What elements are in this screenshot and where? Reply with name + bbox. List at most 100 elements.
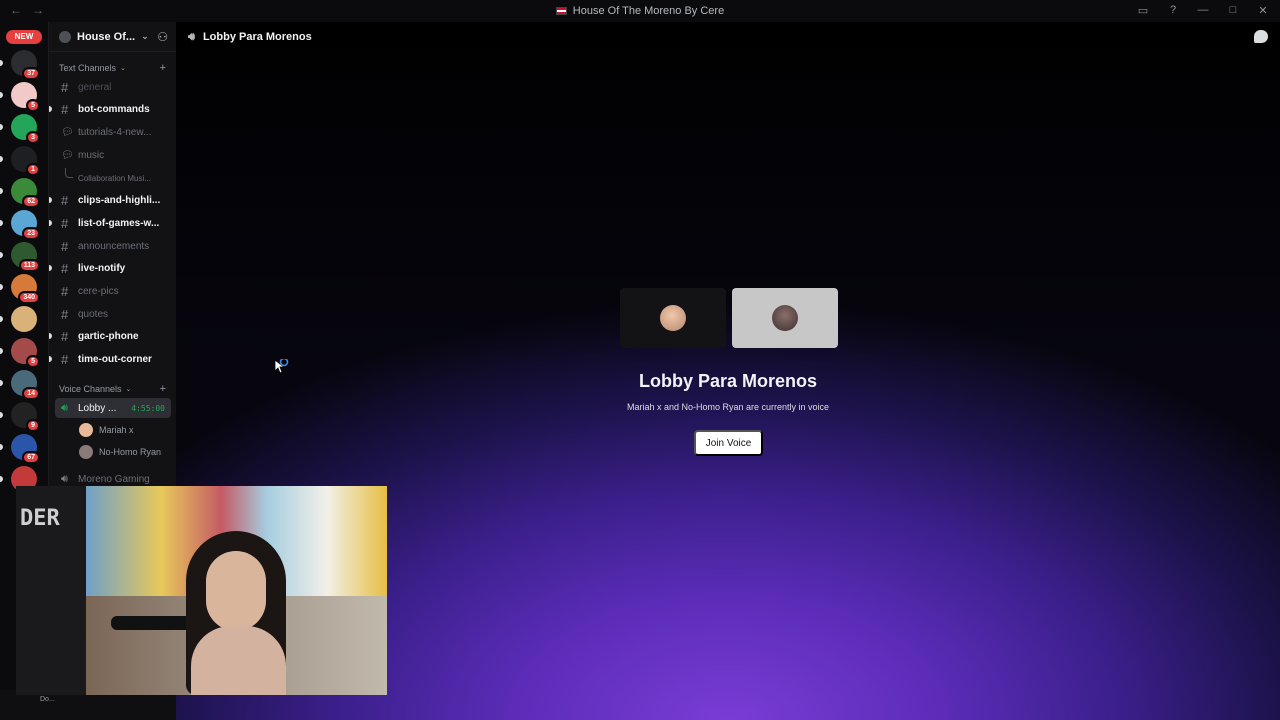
avatar: [772, 305, 798, 331]
webcam-person-face: [206, 551, 266, 631]
unread-indicator: [0, 476, 3, 482]
channel-name: Collaboration Musi...: [78, 173, 151, 183]
channel-name: cere-pics: [78, 285, 119, 297]
channel-collaboration-musi[interactable]: Collaboration Musi...: [49, 168, 177, 188]
unread-indicator: [0, 444, 3, 450]
hash-icon: #: [61, 328, 69, 344]
mention-badge: 23: [22, 227, 40, 240]
speaker-icon: 🔊︎: [188, 30, 195, 43]
hash-icon: #: [61, 238, 69, 254]
server-icon: [59, 30, 71, 43]
chat-icon[interactable]: [1254, 30, 1268, 43]
title-bar: ← → House Of The Moreno By Cere ▭ ? — □ …: [0, 0, 1280, 22]
voice-channel-lobby[interactable]: 🔊︎ Lobby ... 4:55:00: [55, 398, 171, 418]
create-channel-icon[interactable]: +: [160, 383, 166, 395]
channel-gartic-phone[interactable]: # gartic-phone: [49, 326, 177, 346]
join-voice-button[interactable]: Join Voice: [694, 430, 763, 456]
help-icon[interactable]: ?: [1166, 3, 1180, 17]
channel-name: bot-commands: [78, 103, 150, 115]
hash-icon: #: [61, 79, 69, 95]
forum-icon: 💬︎: [61, 126, 74, 138]
voice-user[interactable]: No-Homo Ryan: [49, 442, 177, 462]
channel-bot-commands[interactable]: # bot-commands: [49, 99, 177, 119]
channel-announcements[interactable]: # announcements: [49, 236, 177, 256]
voice-timer: 4:55:00: [131, 403, 165, 413]
channel-time-out-corner[interactable]: # time-out-corner: [49, 349, 177, 369]
channel-cere-pics[interactable]: # cere-pics: [49, 281, 177, 301]
unread-indicator: [0, 188, 3, 194]
server-icon[interactable]: 37: [11, 50, 40, 80]
unread-indicator: [0, 124, 3, 130]
server-icon[interactable]: 67: [11, 434, 40, 464]
forum-icon: 💬︎: [61, 149, 74, 161]
server-header[interactable]: House Of... ⌄ ⚇: [49, 22, 176, 52]
server-icon[interactable]: 62: [11, 178, 40, 208]
server-icon[interactable]: 5: [11, 338, 40, 368]
category-text-channels[interactable]: Text Channels ⌄ +: [49, 60, 177, 76]
unread-indicator: [0, 252, 3, 258]
channel-name: live-notify: [78, 262, 126, 274]
channel-name: music: [78, 149, 105, 161]
server-icon[interactable]: 5: [11, 82, 40, 112]
inbox-icon[interactable]: ▭: [1136, 3, 1150, 17]
unread-indicator: [49, 106, 52, 112]
mention-badge: 113: [18, 259, 40, 272]
channel-list-of-games-w[interactable]: # list-of-games-w...: [49, 213, 177, 233]
voice-channel-name: Lobby ...: [78, 402, 117, 414]
hash-icon: #: [61, 101, 69, 117]
thread-spine: [65, 168, 73, 178]
unread-indicator: [0, 60, 3, 66]
channel-quotes[interactable]: # quotes: [49, 304, 177, 324]
speaker-icon: 🔊︎: [61, 472, 68, 485]
participant-tile[interactable]: [620, 288, 726, 348]
unread-indicator: [49, 220, 52, 226]
channel-tutorials-4-new[interactable]: 💬︎ tutorials-4-new...: [49, 122, 177, 142]
unread-indicator: [49, 265, 52, 271]
server-icon[interactable]: 1: [11, 146, 40, 176]
mention-badge: 3: [26, 131, 40, 144]
voice-user-name: Mariah x: [99, 425, 134, 435]
channel-name: quotes: [78, 308, 109, 320]
unread-indicator: [0, 220, 3, 226]
unread-indicator: [0, 412, 3, 418]
server-icon[interactable]: 340: [11, 274, 40, 304]
channel-general[interactable]: # general: [49, 77, 177, 97]
voice-channel-name: Moreno Gaming: [78, 473, 150, 485]
mention-badge: 5: [26, 355, 40, 368]
voice-user-name: No-Homo Ryan: [99, 447, 162, 457]
close-icon[interactable]: ✕: [1256, 3, 1270, 17]
invite-people-icon[interactable]: ⚇: [157, 30, 168, 44]
server-icon[interactable]: 3: [11, 114, 40, 144]
server-icon[interactable]: [11, 306, 37, 332]
server-icon[interactable]: 14: [11, 370, 40, 400]
speaker-icon: 🔊︎: [61, 401, 68, 414]
channel-header: 🔊︎ Lobby Para Morenos: [176, 22, 1280, 52]
window-title: House Of The Moreno By Cere: [0, 5, 1280, 17]
minimize-icon[interactable]: —: [1196, 3, 1210, 17]
maximize-icon[interactable]: □: [1226, 3, 1240, 17]
channel-live-notify[interactable]: # live-notify: [49, 258, 177, 278]
unread-indicator: [0, 348, 3, 354]
channel-clips-and-highli[interactable]: # clips-and-highli...: [49, 190, 177, 210]
new-badge[interactable]: NEW: [6, 30, 42, 44]
server-icon[interactable]: 113: [11, 242, 40, 272]
channel-music[interactable]: 💬︎ music: [49, 145, 177, 165]
mention-badge: 9: [26, 419, 40, 432]
server-icon[interactable]: 9: [11, 402, 40, 432]
mention-badge: 340: [18, 291, 40, 304]
category-voice-channels[interactable]: Voice Channels ⌄ +: [49, 381, 177, 397]
voice-channel-title: Lobby Para Morenos: [638, 371, 818, 391]
mention-badge: 37: [22, 67, 40, 80]
mention-badge: 67: [22, 451, 40, 464]
chevron-down-icon: ⌄: [141, 31, 149, 41]
channel-name: general: [78, 81, 112, 93]
create-channel-icon[interactable]: +: [160, 62, 166, 74]
unread-indicator: [0, 380, 3, 386]
webcam-overlay: DER: [16, 486, 387, 695]
voice-user[interactable]: Mariah x: [49, 420, 177, 440]
server-icon[interactable]: 23: [11, 210, 40, 240]
avatar: [79, 423, 93, 437]
participant-tile[interactable]: [732, 288, 838, 348]
user-name: Do...: [40, 696, 55, 703]
unread-indicator: [0, 92, 3, 98]
